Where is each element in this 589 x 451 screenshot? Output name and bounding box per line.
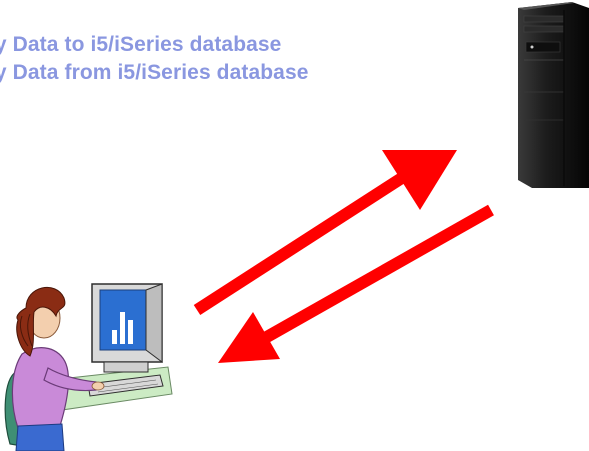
arrow-down-left-icon (218, 204, 494, 363)
arrow-up-right-icon (193, 150, 457, 316)
user-at-computer-icon (4, 283, 173, 451)
